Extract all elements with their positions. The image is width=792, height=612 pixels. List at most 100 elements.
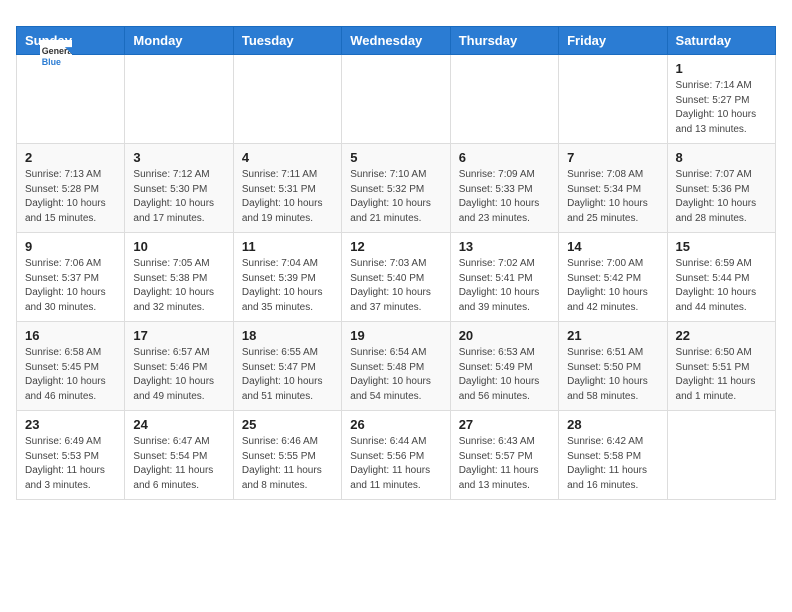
calendar-cell: 16 Sunrise: 6:58 AM Sunset: 5:45 PM Dayli…	[17, 322, 125, 411]
calendar-cell	[342, 55, 450, 144]
weekday-header-thursday: Thursday	[450, 27, 558, 55]
calendar-cell: 19Sunrise: 6:54 AM Sunset: 5:48 PM Dayli…	[342, 322, 450, 411]
day-info: Sunrise: 7:11 AM Sunset: 5:31 PM Dayligh…	[242, 168, 333, 226]
day-number: 12	[350, 239, 441, 254]
day-info: Sunrise: 7:00 AM Sunset: 5:42 PM Dayligh…	[567, 257, 658, 315]
day-number: 28	[567, 417, 658, 432]
calendar-cell	[559, 55, 667, 144]
day-number: 26	[350, 417, 441, 432]
weekday-header-monday: Monday	[125, 27, 233, 55]
day-number: 18	[242, 328, 333, 343]
calendar-cell	[233, 55, 341, 144]
day-info: Sunrise: 7:07 AM Sunset: 5:36 PM Dayligh…	[676, 168, 767, 226]
svg-text:Blue: Blue	[42, 57, 61, 67]
day-info: Sunrise: 6:42 AM Sunset: 5:58 PM Dayligh…	[567, 435, 658, 493]
day-number: 13	[459, 239, 550, 254]
day-info: Sunrise: 7:05 AM Sunset: 5:38 PM Dayligh…	[133, 257, 224, 315]
calendar-cell	[125, 55, 233, 144]
calendar-cell: 14 Sunrise: 7:00 AM Sunset: 5:42 PM Dayli…	[559, 233, 667, 322]
calendar-cell: 23Sunrise: 6:49 AM Sunset: 5:53 PM Dayli…	[17, 411, 125, 500]
calendar-cell: 21 Sunrise: 6:51 AM Sunset: 5:50 PM Dayli…	[559, 322, 667, 411]
day-number: 25	[242, 417, 333, 432]
day-info: Sunrise: 7:02 AM Sunset: 5:41 PM Dayligh…	[459, 257, 550, 315]
day-number: 23	[25, 417, 116, 432]
calendar-cell: 15 Sunrise: 6:59 AM Sunset: 5:44 PM Dayli…	[667, 233, 775, 322]
day-number: 9	[25, 239, 116, 254]
calendar-cell	[667, 411, 775, 500]
day-info: Sunrise: 6:55 AM Sunset: 5:47 PM Dayligh…	[242, 346, 333, 404]
day-info: Sunrise: 6:47 AM Sunset: 5:54 PM Dayligh…	[133, 435, 224, 493]
calendar-cell: 8 Sunrise: 7:07 AM Sunset: 5:36 PM Daylig…	[667, 144, 775, 233]
calendar-cell: 5 Sunrise: 7:10 AM Sunset: 5:32 PM Daylig…	[342, 144, 450, 233]
day-number: 17	[133, 328, 224, 343]
day-number: 14	[567, 239, 658, 254]
day-info: Sunrise: 7:10 AM Sunset: 5:32 PM Dayligh…	[350, 168, 441, 226]
calendar-header	[16, 16, 776, 18]
calendar-cell: 12 Sunrise: 7:03 AM Sunset: 5:40 PM Dayli…	[342, 233, 450, 322]
weekday-header-saturday: Saturday	[667, 27, 775, 55]
day-number: 22	[676, 328, 767, 343]
day-info: Sunrise: 6:43 AM Sunset: 5:57 PM Dayligh…	[459, 435, 550, 493]
weekday-header-friday: Friday	[559, 27, 667, 55]
day-number: 15	[676, 239, 767, 254]
calendar-cell: 6Sunrise: 7:09 AM Sunset: 5:33 PM Daylig…	[450, 144, 558, 233]
calendar-cell: 26 Sunrise: 6:44 AM Sunset: 5:56 PM Dayli…	[342, 411, 450, 500]
calendar-cell: 24 Sunrise: 6:47 AM Sunset: 5:54 PM Dayli…	[125, 411, 233, 500]
day-info: Sunrise: 6:58 AM Sunset: 5:45 PM Dayligh…	[25, 346, 116, 404]
calendar-cell: 13 Sunrise: 7:02 AM Sunset: 5:41 PM Dayli…	[450, 233, 558, 322]
calendar-cell: 1 Sunrise: 7:14 AM Sunset: 5:27 PM Daylig…	[667, 55, 775, 144]
day-number: 10	[133, 239, 224, 254]
calendar-cell: 22 Sunrise: 6:50 AM Sunset: 5:51 PM Dayli…	[667, 322, 775, 411]
day-info: Sunrise: 6:51 AM Sunset: 5:50 PM Dayligh…	[567, 346, 658, 404]
day-number: 27	[459, 417, 550, 432]
day-number: 5	[350, 150, 441, 165]
day-number: 1	[676, 61, 767, 76]
day-number: 6	[459, 150, 550, 165]
day-info: Sunrise: 7:14 AM Sunset: 5:27 PM Dayligh…	[676, 79, 767, 137]
day-info: Sunrise: 7:08 AM Sunset: 5:34 PM Dayligh…	[567, 168, 658, 226]
day-number: 24	[133, 417, 224, 432]
day-number: 8	[676, 150, 767, 165]
calendar-week-5: 23Sunrise: 6:49 AM Sunset: 5:53 PM Dayli…	[17, 411, 776, 500]
calendar-body: 1 Sunrise: 7:14 AM Sunset: 5:27 PM Daylig…	[17, 55, 776, 500]
weekday-header-tuesday: Tuesday	[233, 27, 341, 55]
day-number: 20	[459, 328, 550, 343]
logo-icon: General Blue	[40, 40, 72, 72]
calendar-table: SundayMondayTuesdayWednesdayThursdayFrid…	[16, 26, 776, 500]
calendar-week-3: 9Sunrise: 7:06 AM Sunset: 5:37 PM Daylig…	[17, 233, 776, 322]
day-number: 16	[25, 328, 116, 343]
calendar-week-1: 1 Sunrise: 7:14 AM Sunset: 5:27 PM Daylig…	[17, 55, 776, 144]
day-info: Sunrise: 7:04 AM Sunset: 5:39 PM Dayligh…	[242, 257, 333, 315]
day-info: Sunrise: 7:13 AM Sunset: 5:28 PM Dayligh…	[25, 168, 116, 226]
weekday-header-wednesday: Wednesday	[342, 27, 450, 55]
calendar-cell: 4 Sunrise: 7:11 AM Sunset: 5:31 PM Daylig…	[233, 144, 341, 233]
day-number: 2	[25, 150, 116, 165]
calendar-cell: 9Sunrise: 7:06 AM Sunset: 5:37 PM Daylig…	[17, 233, 125, 322]
calendar-week-2: 2 Sunrise: 7:13 AM Sunset: 5:28 PM Daylig…	[17, 144, 776, 233]
day-info: Sunrise: 7:12 AM Sunset: 5:30 PM Dayligh…	[133, 168, 224, 226]
day-number: 4	[242, 150, 333, 165]
day-number: 21	[567, 328, 658, 343]
calendar-cell: 28 Sunrise: 6:42 AM Sunset: 5:58 PM Dayli…	[559, 411, 667, 500]
day-number: 3	[133, 150, 224, 165]
calendar-cell: 20 Sunrise: 6:53 AM Sunset: 5:49 PM Dayli…	[450, 322, 558, 411]
calendar-cell: 2 Sunrise: 7:13 AM Sunset: 5:28 PM Daylig…	[17, 144, 125, 233]
calendar-weekday-headers: SundayMondayTuesdayWednesdayThursdayFrid…	[17, 27, 776, 55]
calendar-cell	[450, 55, 558, 144]
day-number: 19	[350, 328, 441, 343]
day-info: Sunrise: 7:03 AM Sunset: 5:40 PM Dayligh…	[350, 257, 441, 315]
calendar-week-4: 16 Sunrise: 6:58 AM Sunset: 5:45 PM Dayli…	[17, 322, 776, 411]
day-info: Sunrise: 6:44 AM Sunset: 5:56 PM Dayligh…	[350, 435, 441, 493]
day-info: Sunrise: 6:50 AM Sunset: 5:51 PM Dayligh…	[676, 346, 767, 404]
calendar-cell: 7 Sunrise: 7:08 AM Sunset: 5:34 PM Daylig…	[559, 144, 667, 233]
calendar-cell: 3 Sunrise: 7:12 AM Sunset: 5:30 PM Daylig…	[125, 144, 233, 233]
day-number: 7	[567, 150, 658, 165]
calendar-cell: 18 Sunrise: 6:55 AM Sunset: 5:47 PM Dayli…	[233, 322, 341, 411]
day-info: Sunrise: 6:53 AM Sunset: 5:49 PM Dayligh…	[459, 346, 550, 404]
calendar-cell: 10 Sunrise: 7:05 AM Sunset: 5:38 PM Dayli…	[125, 233, 233, 322]
logo: General Blue	[40, 40, 76, 72]
day-number: 11	[242, 239, 333, 254]
calendar-cell: 25Sunrise: 6:46 AM Sunset: 5:55 PM Dayli…	[233, 411, 341, 500]
day-info: Sunrise: 6:59 AM Sunset: 5:44 PM Dayligh…	[676, 257, 767, 315]
day-info: Sunrise: 6:57 AM Sunset: 5:46 PM Dayligh…	[133, 346, 224, 404]
